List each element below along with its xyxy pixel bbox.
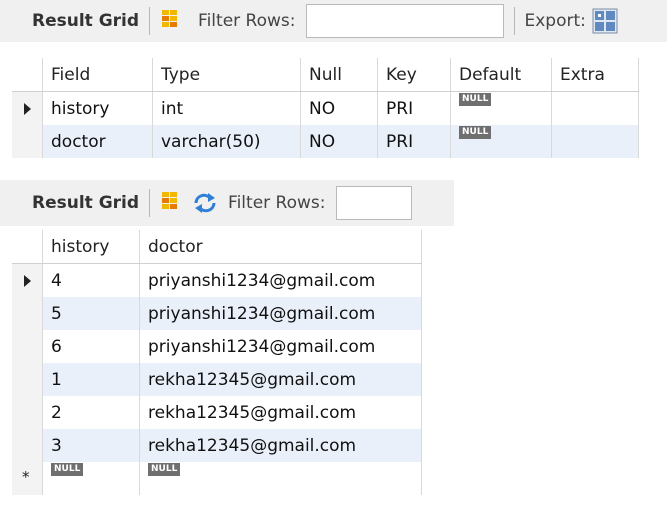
- table-row[interactable]: 3 rekha12345@gmail.com: [12, 429, 422, 462]
- null-badge: NULL: [459, 92, 492, 106]
- null-badge: NULL: [148, 462, 181, 476]
- null-badge: NULL: [51, 462, 84, 476]
- result-grid-icon[interactable]: [162, 192, 178, 214]
- filter-rows-input[interactable]: [335, 186, 412, 220]
- column-header[interactable]: Type: [152, 58, 301, 92]
- table-row[interactable]: 2 rekha12345@gmail.com: [12, 396, 422, 429]
- table-row[interactable]: 4 priyanshi1234@gmail.com: [12, 263, 422, 297]
- cell-type[interactable]: varchar(50): [152, 125, 301, 158]
- cell-doctor[interactable]: rekha12345@gmail.com: [139, 363, 422, 396]
- column-header[interactable]: history: [42, 230, 140, 264]
- cell-history[interactable]: 3: [42, 429, 140, 462]
- column-header[interactable]: Extra: [551, 58, 639, 92]
- cell-history[interactable]: 4: [42, 263, 140, 297]
- column-header[interactable]: Default: [450, 58, 552, 92]
- cell-history[interactable]: 2: [42, 396, 140, 429]
- cell-history[interactable]: NULL: [42, 462, 140, 495]
- top-result-panel: Result Grid Filter Rows: Export: Field T…: [0, 0, 667, 162]
- cell-history[interactable]: 1: [42, 363, 140, 396]
- cell-history[interactable]: 6: [42, 330, 140, 363]
- refresh-icon[interactable]: [192, 192, 218, 214]
- table-row[interactable]: history int NO PRI NULL: [12, 91, 639, 125]
- filter-rows-label: Filter Rows:: [228, 193, 326, 213]
- table-row[interactable]: 5 priyanshi1234@gmail.com: [12, 297, 422, 330]
- table-row[interactable]: 6 priyanshi1234@gmail.com: [12, 330, 422, 363]
- header-row: history doctor: [12, 230, 422, 264]
- column-header[interactable]: doctor: [139, 230, 422, 264]
- cell-default[interactable]: NULL: [450, 125, 552, 158]
- row-indicator-header: [12, 58, 43, 92]
- cell-field[interactable]: history: [42, 91, 153, 125]
- header-row: Field Type Null Key Default Extra: [12, 58, 639, 92]
- cell-extra[interactable]: [551, 125, 639, 158]
- cell-null[interactable]: NO: [300, 125, 378, 158]
- columns-table: Field Type Null Key Default Extra histor…: [12, 58, 639, 158]
- cell-history[interactable]: 5: [42, 297, 140, 330]
- cell-default[interactable]: NULL: [450, 91, 552, 125]
- table-row[interactable]: doctor varchar(50) NO PRI NULL: [12, 125, 639, 158]
- cell-type[interactable]: int: [152, 91, 301, 125]
- bottom-toolbar: Result Grid Filter Rows:: [0, 180, 454, 226]
- column-header[interactable]: Null: [300, 58, 378, 92]
- cell-doctor[interactable]: rekha12345@gmail.com: [139, 429, 422, 462]
- cell-doctor[interactable]: priyanshi1234@gmail.com: [139, 263, 422, 297]
- save-export-icon[interactable]: [592, 8, 618, 34]
- null-badge: NULL: [459, 125, 492, 139]
- cell-extra[interactable]: [551, 91, 639, 125]
- cell-doctor[interactable]: NULL: [139, 462, 422, 495]
- table-row[interactable]: 1 rekha12345@gmail.com: [12, 363, 422, 396]
- cell-key[interactable]: PRI: [377, 91, 451, 125]
- current-row-arrow-icon: [24, 103, 31, 115]
- new-row[interactable]: * NULL NULL: [12, 462, 422, 495]
- column-header[interactable]: Key: [377, 58, 451, 92]
- results-table: history doctor 4 priyanshi1234@gmail.com…: [12, 230, 422, 495]
- result-grid-icon[interactable]: [162, 10, 178, 32]
- cell-null[interactable]: NO: [300, 91, 378, 125]
- cell-field[interactable]: doctor: [42, 125, 153, 158]
- filter-rows-input[interactable]: [305, 4, 504, 38]
- top-toolbar: Result Grid Filter Rows: Export:: [0, 0, 667, 42]
- cell-key[interactable]: PRI: [377, 125, 451, 158]
- row-indicator-header: [12, 230, 43, 264]
- result-grid-tab[interactable]: Result Grid: [32, 11, 139, 31]
- cell-doctor[interactable]: rekha12345@gmail.com: [139, 396, 422, 429]
- column-header[interactable]: Field: [42, 58, 153, 92]
- cell-doctor[interactable]: priyanshi1234@gmail.com: [139, 330, 422, 363]
- export-label: Export:: [524, 11, 586, 31]
- bottom-result-panel: Result Grid Filter Rows: history doctor …: [0, 180, 454, 505]
- new-row-star-icon: *: [22, 468, 30, 486]
- result-grid-tab[interactable]: Result Grid: [32, 193, 139, 213]
- current-row-arrow-icon: [24, 275, 31, 287]
- filter-rows-label: Filter Rows:: [198, 11, 296, 31]
- cell-doctor[interactable]: priyanshi1234@gmail.com: [139, 297, 422, 330]
